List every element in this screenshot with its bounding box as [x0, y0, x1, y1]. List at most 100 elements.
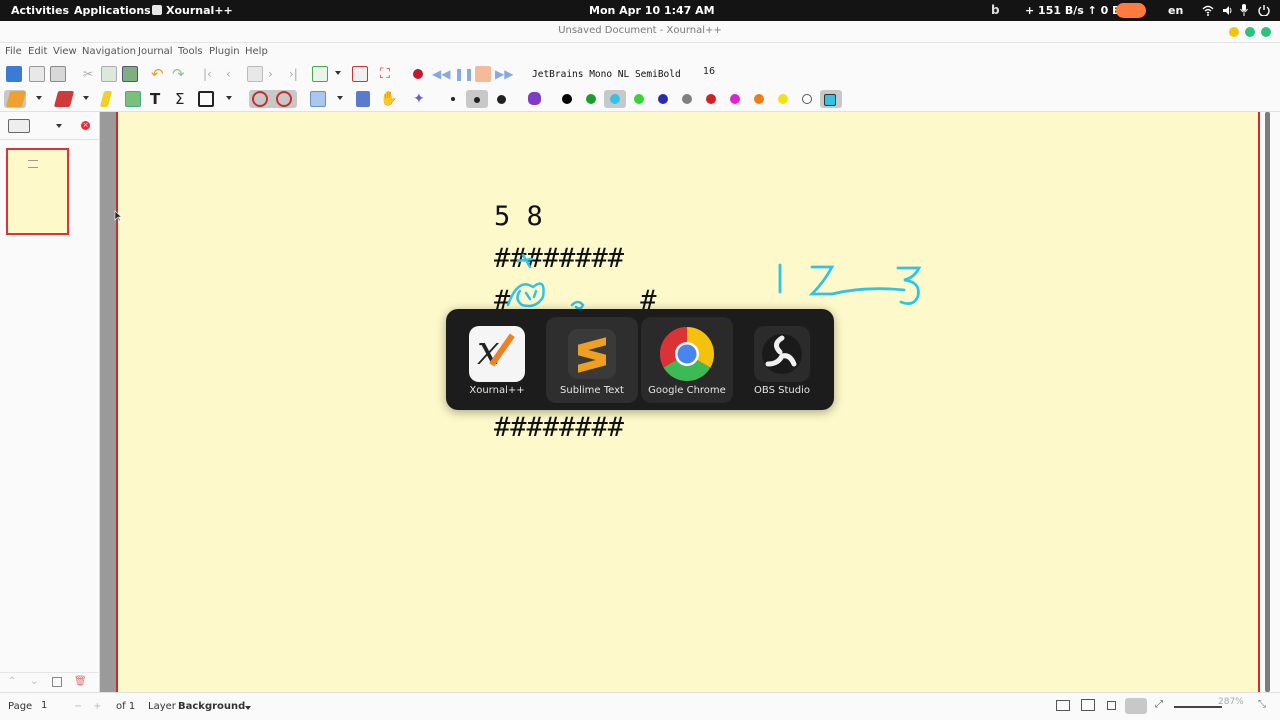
redo-icon[interactable]: ↷ [172, 66, 188, 82]
layer-selector[interactable]: Background [178, 701, 245, 712]
move-page-up-icon[interactable]: ⌃ [8, 676, 16, 687]
window-titlebar[interactable]: Unsaved Document - Xournal++ [0, 21, 1280, 43]
font-size-value[interactable]: 16 [703, 66, 715, 77]
page-thumbnail-1[interactable] [6, 148, 69, 235]
page-number-input[interactable]: 1 [38, 698, 68, 714]
vertical-space-icon[interactable] [356, 91, 370, 107]
maximize-button[interactable] [1245, 27, 1255, 37]
zoom-in-icon[interactable]: ⤢ [1155, 699, 1163, 710]
spline-icon[interactable] [276, 91, 292, 107]
copy-page-icon[interactable] [52, 677, 62, 687]
open-icon[interactable] [50, 66, 66, 82]
highlighter-icon[interactable] [99, 91, 113, 107]
wifi-icon[interactable] [1202, 5, 1214, 16]
play-object-icon[interactable]: ✦ [413, 91, 429, 107]
color-swatch[interactable] [778, 94, 788, 104]
close-button[interactable] [1261, 27, 1271, 37]
color-swatch[interactable] [730, 94, 740, 104]
pen-dropdown-icon[interactable] [36, 96, 42, 100]
first-page-icon[interactable]: |‹ [203, 66, 219, 82]
menu-navigation[interactable]: Navigation [82, 46, 136, 57]
menu-journal[interactable]: Journal [138, 46, 173, 57]
color-swatch[interactable] [634, 94, 644, 104]
paste-icon[interactable] [122, 66, 138, 82]
pause-icon[interactable]: ❚❚ [454, 66, 474, 82]
page-increment-icon[interactable]: + [93, 701, 101, 712]
move-page-down-icon[interactable]: ⌄ [30, 676, 38, 687]
page-preview-icon[interactable] [8, 119, 30, 133]
eraser-dropdown-icon[interactable] [83, 96, 89, 100]
undo-icon[interactable]: ↶ [151, 66, 167, 82]
presentation-icon[interactable] [1081, 699, 1095, 711]
menu-file[interactable]: File [5, 46, 22, 57]
color-swatch[interactable] [610, 94, 620, 104]
image-icon[interactable] [125, 91, 141, 107]
select-rect-icon[interactable] [310, 91, 326, 107]
switcher-app-obs[interactable]: OBS Studio [736, 317, 828, 403]
rewind-icon[interactable]: ◀◀ [432, 66, 450, 82]
next-page-icon[interactable]: › [268, 66, 284, 82]
minimize-button[interactable] [1229, 27, 1239, 37]
copy-icon[interactable] [101, 66, 117, 82]
page-text-line-1[interactable]: 5 8 [494, 201, 543, 232]
two-pages-icon[interactable] [1056, 700, 1070, 711]
fullscreen-icon[interactable]: ⛶ [380, 66, 396, 82]
ink-scribble[interactable] [488, 247, 598, 317]
font-selector[interactable]: JetBrains Mono NL SemiBold [524, 65, 724, 84]
page-text-line-last[interactable]: ######## [494, 412, 624, 443]
color-swatch[interactable] [562, 94, 572, 104]
record-icon[interactable] [413, 69, 423, 79]
menu-plugin[interactable]: Plugin [209, 46, 240, 57]
scrollbar-thumb[interactable] [1265, 112, 1270, 692]
eraser-icon[interactable] [53, 91, 75, 107]
select-dropdown-icon[interactable] [337, 96, 343, 100]
size-medium-icon[interactable] [474, 97, 480, 103]
menu-tools[interactable]: Tools [178, 46, 203, 57]
close-sidebar-icon[interactable]: × [81, 121, 90, 130]
fast-forward-icon[interactable]: ▶▶ [495, 66, 513, 82]
zoom-slider[interactable] [1174, 706, 1222, 708]
sidebar-mode-dropdown-icon[interactable] [56, 124, 62, 128]
new-document-icon[interactable] [29, 66, 45, 82]
language-indicator[interactable]: en [1168, 4, 1183, 17]
menu-edit[interactable]: Edit [28, 46, 47, 57]
switcher-app-chrome[interactable]: Google Chrome [641, 317, 733, 403]
delete-page-sidebar-icon[interactable]: 🗑 [74, 676, 87, 687]
power-icon[interactable] [1258, 5, 1270, 16]
volume-icon[interactable] [1222, 5, 1233, 16]
switcher-app-sublime[interactable]: Sublime Text [546, 317, 638, 403]
size-fine-icon[interactable] [451, 97, 455, 101]
active-app-indicator[interactable]: Xournal++ [152, 4, 233, 17]
microphone-icon[interactable] [1240, 4, 1248, 16]
insert-page-icon[interactable] [312, 66, 328, 82]
clock[interactable]: Mon Apr 10 1:47 AM [589, 4, 715, 17]
custom-color-icon[interactable] [824, 94, 836, 106]
screen-share-indicator[interactable] [1116, 3, 1146, 18]
last-page-icon[interactable]: ›| [289, 66, 305, 82]
latex-icon[interactable]: Σ [175, 91, 191, 107]
applications-menu[interactable]: Applications [74, 4, 151, 17]
zoom-fit-icon[interactable] [1107, 701, 1116, 710]
fill-icon[interactable] [528, 92, 541, 105]
goto-page-icon[interactable] [247, 66, 263, 82]
previous-page-icon[interactable]: ‹ [226, 66, 242, 82]
color-swatch[interactable] [802, 94, 812, 104]
layer-dropdown-icon[interactable] [245, 706, 251, 710]
shape-recognizer-icon[interactable] [252, 91, 268, 107]
bing-icon[interactable]: b [991, 3, 1000, 17]
shape-dropdown-icon[interactable] [226, 96, 232, 100]
menu-help[interactable]: Help [245, 46, 268, 57]
color-swatch[interactable] [754, 94, 764, 104]
activities-button[interactable]: Activities [11, 4, 69, 17]
save-icon[interactable] [6, 66, 22, 82]
zoom-100-icon[interactable] [1125, 698, 1147, 714]
cut-icon[interactable]: ✂ [80, 66, 96, 82]
shape-icon[interactable] [198, 91, 214, 107]
handwritten-numbers[interactable] [774, 262, 924, 312]
insert-page-dropdown-icon[interactable] [335, 71, 341, 75]
fullscreen-toggle-icon[interactable]: ⤡ [1258, 699, 1266, 710]
text-icon[interactable]: T [150, 91, 166, 107]
color-swatch[interactable] [586, 94, 596, 104]
vertical-scrollbar[interactable] [1260, 112, 1280, 692]
hand-icon[interactable]: ✋ [380, 91, 397, 107]
